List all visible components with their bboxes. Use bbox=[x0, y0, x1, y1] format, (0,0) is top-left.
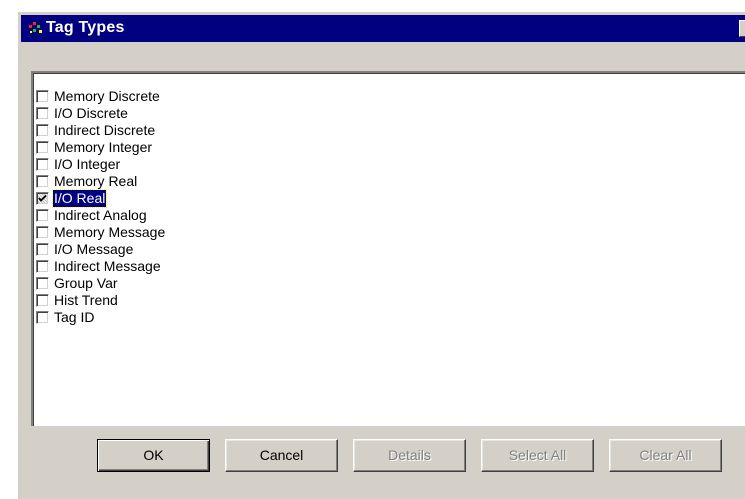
checkbox[interactable] bbox=[36, 260, 49, 273]
checkbox[interactable] bbox=[36, 107, 49, 120]
title-bar-button[interactable] bbox=[739, 20, 745, 37]
checkbox[interactable] bbox=[36, 311, 49, 324]
page: Tag Types Memory Discrete I/O Discrete Ind… bbox=[0, 0, 745, 499]
checkbox[interactable] bbox=[36, 226, 49, 239]
checkbox[interactable] bbox=[36, 90, 49, 103]
checkbox[interactable] bbox=[36, 124, 49, 137]
list-item-label: Memory Integer bbox=[54, 139, 153, 155]
checkbox[interactable] bbox=[36, 175, 49, 188]
details-button: Details bbox=[353, 439, 466, 472]
list-item-label: I/O Real bbox=[51, 189, 108, 208]
checkbox[interactable] bbox=[36, 294, 49, 307]
tag-types-dialog: Tag Types Memory Discrete I/O Discrete Ind… bbox=[17, 11, 745, 499]
list-item-label: Hist Trend bbox=[54, 292, 118, 308]
tagname-dictionary-icon bbox=[29, 22, 42, 33]
tag-types-listbox[interactable]: Memory Discrete I/O Discrete Indirect Disc… bbox=[31, 71, 745, 426]
list-item-label: I/O Integer bbox=[54, 156, 121, 172]
title-bar[interactable]: Tag Types bbox=[21, 15, 745, 42]
checkbox[interactable] bbox=[36, 243, 49, 256]
ok-button[interactable]: OK bbox=[97, 439, 210, 472]
list-item-label: Memory Discrete bbox=[54, 88, 160, 104]
list-item-label: Indirect Message bbox=[54, 258, 161, 274]
checkbox[interactable] bbox=[36, 141, 49, 154]
checkbox[interactable] bbox=[36, 158, 49, 171]
list-item-label: Indirect Analog bbox=[54, 207, 147, 223]
list-item-label: Group Var bbox=[54, 275, 118, 291]
list-item-label: Indirect Discrete bbox=[54, 122, 156, 138]
checkbox[interactable] bbox=[36, 209, 49, 222]
list-item-label: Memory Real bbox=[54, 173, 138, 189]
list-item-label: Tag ID bbox=[54, 309, 95, 325]
tag-types-list: Memory Discrete I/O Discrete Indirect Disc… bbox=[33, 73, 745, 426]
window-title: Tag Types bbox=[46, 19, 125, 36]
checkmark-icon bbox=[38, 194, 47, 202]
list-item-label: I/O Message bbox=[54, 241, 134, 257]
cancel-button[interactable]: Cancel bbox=[225, 439, 338, 472]
clear-all-button: Clear All bbox=[609, 439, 722, 472]
list-item-label: I/O Discrete bbox=[54, 105, 128, 121]
checkbox[interactable] bbox=[36, 192, 49, 205]
checkbox[interactable] bbox=[36, 277, 49, 290]
list-item-label: Memory Message bbox=[54, 224, 166, 240]
select-all-button: Select All bbox=[481, 439, 594, 472]
